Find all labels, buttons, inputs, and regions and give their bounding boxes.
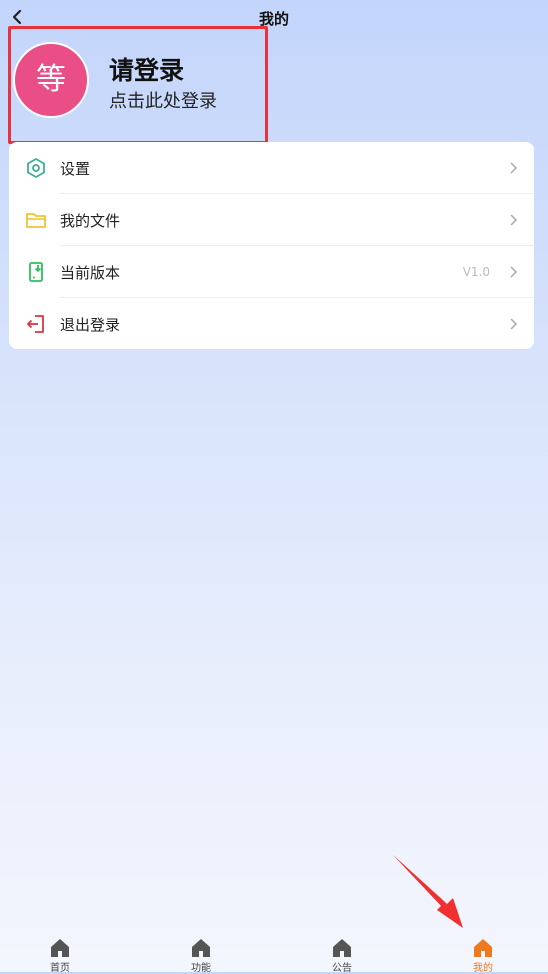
home-icon <box>51 939 69 957</box>
menu-item-label: 我的文件 <box>60 212 121 230</box>
chevron-right-icon <box>510 318 518 330</box>
tab-home[interactable]: 首页 <box>30 938 90 974</box>
menu-item-label: 设置 <box>60 160 91 178</box>
login-subtitle[interactable]: 点击此处登录 <box>109 87 217 113</box>
home-icon <box>474 939 492 957</box>
chevron-right-icon <box>510 266 518 278</box>
menu-item-my-files[interactable]: 我的文件 <box>9 194 534 246</box>
avatar[interactable]: 等 <box>13 42 89 118</box>
tab-mine[interactable]: 我的 <box>453 938 513 974</box>
version-value: V1.0 <box>462 265 490 279</box>
hexagon-settings-icon <box>27 158 45 178</box>
chevron-right-icon <box>510 162 518 174</box>
settings-menu: 设置 我的文件 当前版本 V1.0 退出登录 <box>9 142 534 349</box>
chevron-right-icon <box>510 214 518 226</box>
menu-item-label: 当前版本 <box>60 264 121 282</box>
bottom-tab-bar: 首页 功能 公告 我的 <box>0 930 548 974</box>
menu-item-logout[interactable]: 退出登录 <box>9 298 534 350</box>
logout-icon <box>26 315 44 333</box>
menu-item-current-version[interactable]: 当前版本 V1.0 <box>9 246 534 298</box>
login-title[interactable]: 请登录 <box>109 51 184 87</box>
folder-icon <box>26 213 46 228</box>
home-icon <box>192 939 210 957</box>
phone-download-icon <box>29 262 43 282</box>
home-icon <box>333 939 351 957</box>
menu-item-label: 退出登录 <box>60 316 121 334</box>
tab-functions[interactable]: 功能 <box>171 938 231 974</box>
annotation-arrow <box>393 855 463 928</box>
tab-announcements[interactable]: 公告 <box>312 938 372 974</box>
profile-login-card[interactable]: 等 请登录 点击此处登录 <box>8 26 268 144</box>
menu-item-settings[interactable]: 设置 <box>9 142 534 194</box>
